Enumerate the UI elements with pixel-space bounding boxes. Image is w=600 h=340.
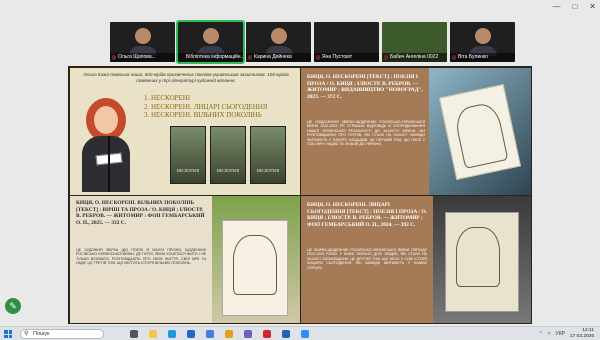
search-icon: ⚲ xyxy=(24,331,29,337)
participant-tile[interactable]: Віта Булинко xyxy=(450,22,515,62)
participant-tile[interactable]: Ольга Щапова... xyxy=(110,22,175,62)
participant-tile[interactable]: Бабич Ангеліна 0022 xyxy=(382,22,447,62)
avatar xyxy=(270,28,287,44)
participant-name: Віта Булинко xyxy=(450,53,515,62)
book-description: ЦЕ ХУДОЖНЯ ЗБІРКА (ДО ПОЕЗІЇ Й МАЛОЇ ПРО… xyxy=(76,248,206,266)
participant-name: Ольга Щапова... xyxy=(110,53,175,62)
participant-tile[interactable]: Карина Дейнека xyxy=(246,22,311,62)
participant-strip: Ольга Щапова... Бібліотека інформаційн..… xyxy=(110,20,515,64)
slide-intro-text: Ольга Кижа повеська наша, 600 юрідв прис… xyxy=(83,72,289,83)
book-description: ЦЕ СВІДОЧЕННЯ ЗВІРИХ-ЩОДЕННИК РОСІЙСЬКО-… xyxy=(307,120,425,147)
book-cover: НЕСКОРЕНІ xyxy=(210,126,246,184)
speaker-photo xyxy=(74,92,138,192)
edge-icon[interactable] xyxy=(168,330,176,338)
book-list-item: 2. НЕСКОРЕНІ. ЛИЦАРІ СЬОГОДЕННЯ xyxy=(144,102,268,111)
avatar xyxy=(202,28,219,44)
avatar xyxy=(134,28,151,44)
store-icon[interactable] xyxy=(206,330,214,338)
close-icon[interactable]: ✕ xyxy=(589,3,596,11)
slide-intro: Ольга Кижа повеська наша, 600 юрідв прис… xyxy=(70,68,300,195)
bibliographic-reference: КИЦЯ, О. НЕСКОРЕНІ. ЛИЦАРІ СЬОГОДЕННЯ [Т… xyxy=(307,202,427,228)
maximize-icon[interactable]: □ xyxy=(572,3,577,11)
chrome-icon[interactable] xyxy=(225,330,233,338)
participant-name: Яна Пустовіт xyxy=(314,53,379,62)
start-button[interactable] xyxy=(4,330,12,338)
book-list-item: 1. НЕСКОРЕНІ xyxy=(144,94,191,102)
window-controls: — □ ✕ xyxy=(552,3,596,11)
book-list-item: 3. НЕСКОРЕНІ. ВІЛЬНИХ ПОКОЛІНЬ xyxy=(144,111,262,120)
book-cover: НЕСКОРЕНІ xyxy=(170,126,206,184)
minimize-icon[interactable]: — xyxy=(552,3,560,11)
mail-icon[interactable] xyxy=(187,330,195,338)
participant-name: Бабич Ангеліна 0022 xyxy=(382,53,447,62)
chevron-up-icon[interactable]: ⌃ xyxy=(539,331,543,337)
opera-icon[interactable] xyxy=(263,330,271,338)
teams-icon[interactable] xyxy=(244,330,252,338)
taskbar-apps xyxy=(130,330,309,338)
taskbar: ⚲ Пошук ⌃ ≈ УКР 12:11 17.03.2026 xyxy=(0,326,600,340)
avatar xyxy=(474,28,491,44)
clock[interactable]: 12:11 17.03.2026 xyxy=(570,328,594,339)
zoom-icon[interactable] xyxy=(301,330,309,338)
book-description: ЦЕ ЗБІРКА-ЩОДЕННИК РОСІЙСЬКО-УКРАЇНСЬКОЇ… xyxy=(307,248,427,270)
lang-indicator[interactable]: УКР xyxy=(556,331,565,337)
book-list: 1. НЕСКОРЕНІ 2. НЕСКОРЕНІ. ЛИЦАРІ СЬОГОД… xyxy=(144,94,267,120)
book-covers: НЕСКОРЕНІ НЕСКОРЕНІ НЕСКОРЕНІ xyxy=(170,126,286,184)
wifi-icon[interactable]: ≈ xyxy=(548,331,551,337)
system-tray: ⌃ ≈ УКР 12:11 17.03.2026 xyxy=(539,328,594,339)
book-photo xyxy=(433,196,531,323)
book-photo xyxy=(429,68,531,195)
word-icon[interactable] xyxy=(282,330,290,338)
participant-tile-active[interactable]: Бібліотека інформаційн... xyxy=(176,20,245,64)
book-cover: НЕСКОРЕНІ xyxy=(250,126,286,184)
taskbar-search-input[interactable]: ⚲ Пошук xyxy=(20,329,104,339)
file-explorer-icon[interactable] xyxy=(149,330,157,338)
slide-book-3: КИЦЯ, О. НЕСКОРЕНІ. ВІЛЬНИХ ПОКОЛІНЬ [ТЕ… xyxy=(70,196,300,323)
participant-name: Карина Дейнека xyxy=(246,53,311,62)
bibliographic-reference: КИЦЯ, О. НЕСКОРЕНІ. ВІЛЬНИХ ПОКОЛІНЬ [ТЕ… xyxy=(76,200,205,226)
annotate-pen-button[interactable]: ✎ xyxy=(5,298,21,314)
bibliographic-reference: КИЦЯ, О. НЕСКОРЕНІ [ТЕКСТ] : ПОЕЗІЯ І ПР… xyxy=(307,74,423,100)
shared-screen: Ольга Кижа повеська наша, 600 юрідв прис… xyxy=(68,66,532,324)
participant-name: Бібліотека інформаційн... xyxy=(178,53,243,62)
participant-tile[interactable]: Яна Пустовіт xyxy=(314,22,379,62)
slide-book-2: КИЦЯ, О. НЕСКОРЕНІ. ЛИЦАРІ СЬОГОДЕННЯ [Т… xyxy=(301,196,531,323)
slide-book-1: КИЦЯ, О. НЕСКОРЕНІ [ТЕКСТ] : ПОЕЗІЯ І ПР… xyxy=(301,68,531,195)
task-view-icon[interactable] xyxy=(130,330,138,338)
book-photo xyxy=(212,196,300,323)
